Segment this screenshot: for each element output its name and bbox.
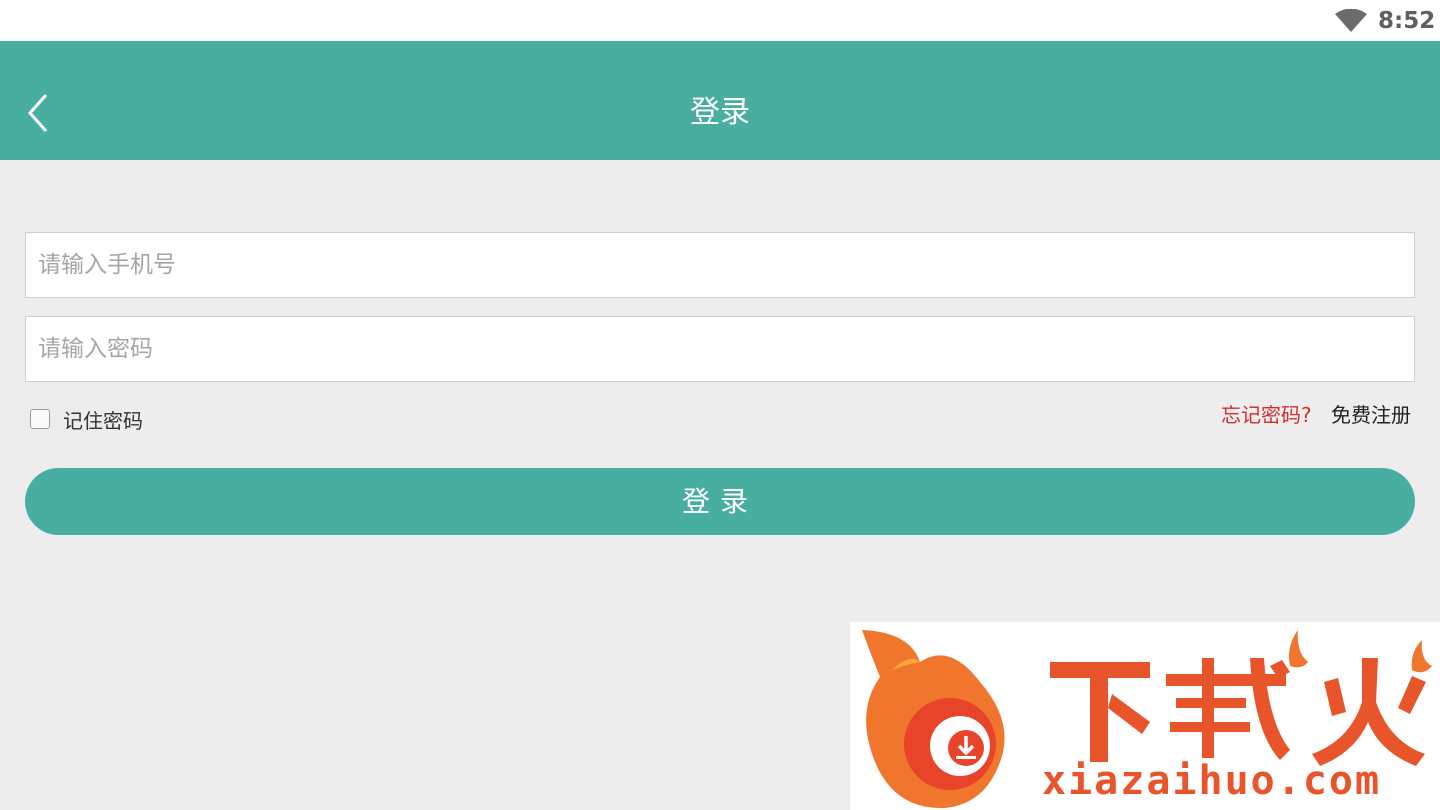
remember-password-toggle[interactable]: 记住密码 <box>30 404 143 434</box>
login-button[interactable]: 登录 <box>25 468 1415 535</box>
watermark-url: xiazaihuo.com <box>1042 758 1382 804</box>
password-input[interactable] <box>26 317 1414 381</box>
remember-label: 记住密码 <box>63 408 143 433</box>
watermark-logo: xiazaihuo.com <box>850 622 1440 810</box>
forgot-password-link[interactable]: 忘记密码? <box>1221 402 1312 428</box>
app-bar: 登录 <box>0 41 1440 160</box>
status-time: 8:52 <box>1378 8 1436 34</box>
phone-input[interactable] <box>26 233 1414 297</box>
phone-field[interactable] <box>25 232 1415 298</box>
password-field[interactable] <box>25 316 1415 382</box>
remember-checkbox[interactable] <box>30 409 50 429</box>
page-title: 登录 <box>690 95 750 130</box>
wifi-icon <box>1335 9 1367 32</box>
status-bar: 8:52 <box>0 0 1440 41</box>
register-link[interactable]: 免费注册 <box>1331 402 1411 428</box>
